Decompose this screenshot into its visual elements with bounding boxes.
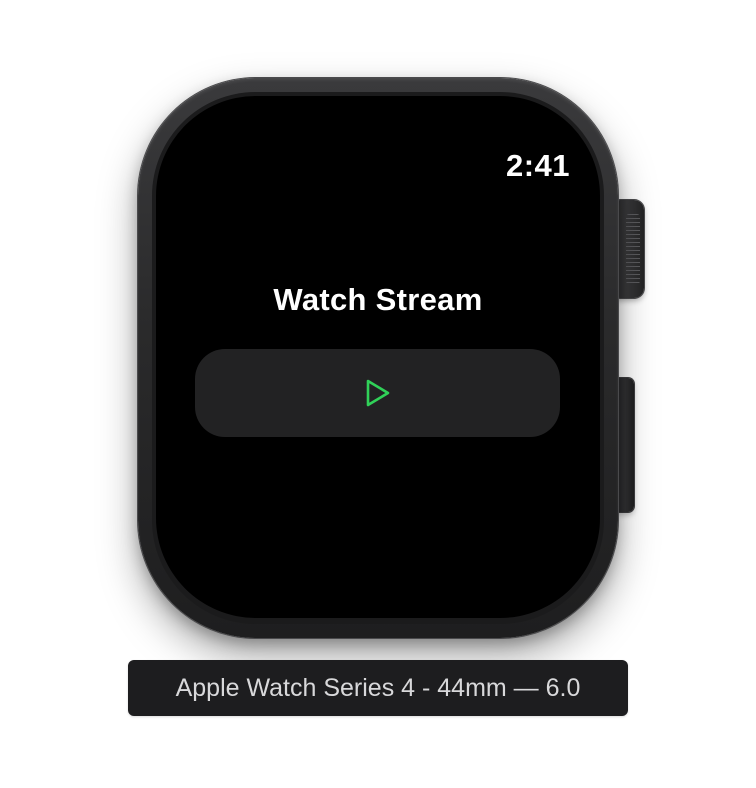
- app-title: Watch Stream: [273, 282, 483, 317]
- device-label: Apple Watch Series 4 - 44mm — 6.0: [128, 660, 628, 716]
- watch-bezel: 2:41 Watch Stream: [152, 92, 604, 624]
- play-icon: [364, 378, 392, 408]
- status-time: 2:41: [505, 148, 570, 183]
- watch-screen: 2:41 Watch Stream: [156, 96, 600, 618]
- crown-ridges: [626, 214, 640, 284]
- watch-case: 2:41 Watch Stream: [138, 78, 618, 638]
- play-button[interactable]: [195, 349, 560, 437]
